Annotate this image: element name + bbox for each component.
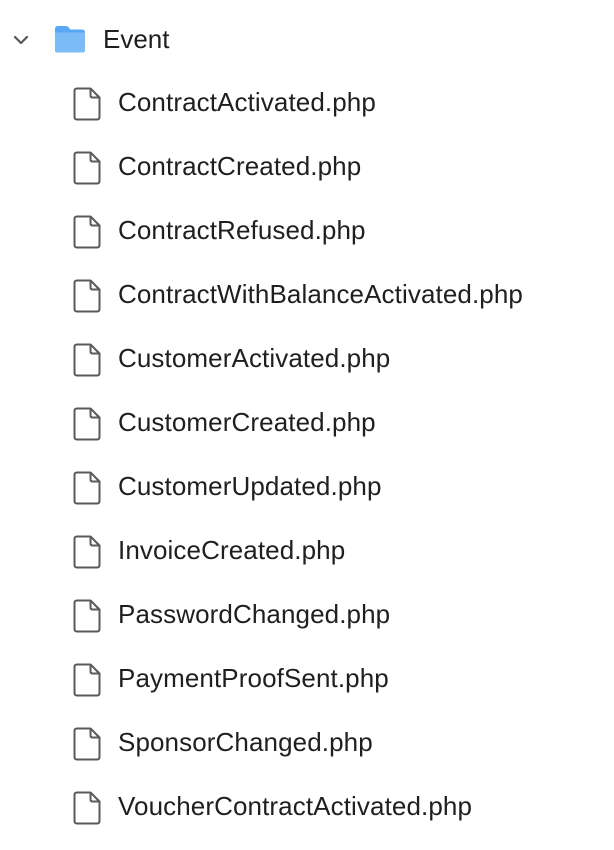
file-icon — [73, 215, 101, 249]
list-item[interactable]: ContractWithBalanceActivated.php — [0, 262, 614, 326]
file-name: CustomerActivated.php — [118, 343, 391, 373]
file-name: ContractRefused.php — [118, 215, 366, 245]
list-item[interactable]: CustomerActivated.php — [0, 326, 614, 390]
file-icon — [73, 727, 101, 761]
file-icon — [73, 535, 101, 569]
list-item[interactable]: ContractActivated.php — [0, 70, 614, 134]
list-item[interactable]: ContractRefused.php — [0, 198, 614, 262]
file-icon — [73, 151, 101, 185]
file-icon — [73, 599, 101, 633]
file-name: VoucherContractActivated.php — [118, 791, 473, 821]
file-name: ContractActivated.php — [118, 87, 376, 117]
list-item[interactable]: CustomerCreated.php — [0, 390, 614, 454]
file-tree: Event ContractActivated.php ContractCrea… — [0, 0, 614, 850]
file-list: ContractActivated.php ContractCreated.ph… — [0, 70, 614, 838]
list-item[interactable]: VoucherContractActivated.php — [0, 774, 614, 838]
file-name: CustomerCreated.php — [118, 407, 376, 437]
file-name: PasswordChanged.php — [118, 599, 391, 629]
file-name: CustomerUpdated.php — [118, 471, 382, 501]
file-icon — [73, 279, 101, 313]
list-item[interactable]: PasswordChanged.php — [0, 582, 614, 646]
chevron-down-icon[interactable] — [10, 29, 32, 51]
list-item[interactable]: PaymentProofSent.php — [0, 646, 614, 710]
folder-row-event[interactable]: Event — [0, 8, 614, 70]
file-name: PaymentProofSent.php — [118, 663, 389, 693]
list-item[interactable]: CustomerUpdated.php — [0, 454, 614, 518]
file-icon — [73, 343, 101, 377]
file-icon — [73, 87, 101, 121]
file-icon — [73, 407, 101, 441]
file-icon — [73, 471, 101, 505]
list-item[interactable]: SponsorChanged.php — [0, 710, 614, 774]
file-icon — [73, 663, 101, 697]
folder-label: Event — [103, 24, 170, 54]
file-name: ContractCreated.php — [118, 151, 362, 181]
list-item[interactable]: ContractCreated.php — [0, 134, 614, 198]
list-item[interactable]: InvoiceCreated.php — [0, 518, 614, 582]
folder-icon — [53, 24, 87, 54]
file-icon — [73, 791, 101, 825]
file-name: ContractWithBalanceActivated.php — [118, 279, 523, 309]
file-name: InvoiceCreated.php — [118, 535, 346, 565]
file-name: SponsorChanged.php — [118, 727, 373, 757]
